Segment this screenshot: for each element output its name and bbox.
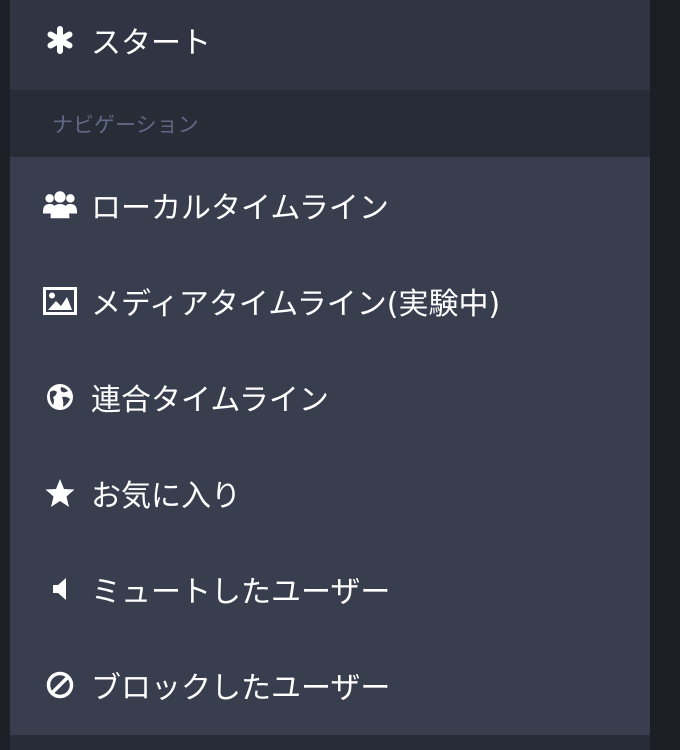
bottom-bar: [10, 735, 650, 750]
section-header: ナビゲーション: [10, 90, 650, 157]
navigation-list: ローカルタイムライン メディアタイムライン(実験中) 連合タイムライン お気に入…: [10, 157, 650, 733]
right-gutter: [650, 0, 680, 750]
navigation-header: ナビゲーション: [52, 112, 199, 137]
left-gutter: [0, 0, 10, 750]
nav-item-media-timeline[interactable]: メディアタイムライン(実験中): [10, 253, 650, 349]
start-label: スタート: [91, 26, 211, 61]
volume-off-icon: [43, 572, 77, 606]
nav-label: ブロックしたユーザー: [91, 671, 391, 706]
nav-item-blocked-users[interactable]: ブロックしたユーザー: [10, 637, 650, 733]
nav-item-local-timeline[interactable]: ローカルタイムライン: [10, 157, 650, 253]
nav-item-muted-users[interactable]: ミュートしたユーザー: [10, 541, 650, 637]
image-icon: [43, 284, 77, 318]
nav-item-favourites[interactable]: お気に入り: [10, 445, 650, 541]
asterisk-icon: [43, 23, 77, 57]
nav-label: 連合タイムライン: [91, 383, 329, 418]
star-icon: [43, 476, 77, 510]
navigation-panel: スタート ナビゲーション ローカルタイムライン メディアタイムライン(実験中) …: [10, 0, 650, 735]
nav-label: メディアタイムライン(実験中): [91, 287, 501, 322]
globe-icon: [43, 380, 77, 414]
nav-label: お気に入り: [91, 479, 241, 514]
start-link[interactable]: スタート: [10, 0, 650, 90]
users-icon: [43, 188, 77, 222]
nav-label: ローカルタイムライン: [91, 191, 389, 226]
nav-item-federated-timeline[interactable]: 連合タイムライン: [10, 349, 650, 445]
nav-label: ミュートしたユーザー: [91, 575, 391, 610]
ban-icon: [43, 668, 77, 702]
